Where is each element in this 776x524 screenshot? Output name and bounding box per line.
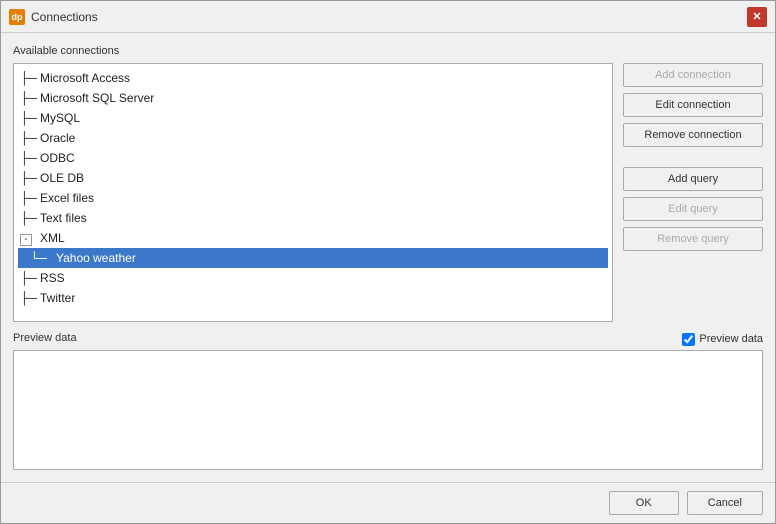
title-bar: dp Connections ✕ [1, 1, 775, 33]
expand-icon[interactable]: - [20, 234, 32, 246]
edit-query-button[interactable]: Edit query [623, 197, 763, 221]
indent-spacer: ├─ [20, 69, 40, 87]
remove-query-button[interactable]: Remove query [623, 227, 763, 251]
tree-item-label: Excel files [40, 189, 94, 207]
tree-item-oracle[interactable]: ├─Oracle [18, 128, 608, 148]
preview-checkbox-text: Preview data [699, 333, 763, 345]
connections-dialog: dp Connections ✕ Available connections ├… [0, 0, 776, 524]
tree-item-excel-files[interactable]: ├─Excel files [18, 188, 608, 208]
tree-item-label: Microsoft SQL Server [40, 89, 154, 107]
cancel-button[interactable]: Cancel [687, 491, 763, 515]
preview-label: Preview data [13, 332, 77, 344]
tree-item-label: Text files [40, 209, 87, 227]
tree-item-microsoft-access[interactable]: ├─Microsoft Access [18, 68, 608, 88]
indent-spacer: - [20, 229, 40, 247]
tree-item-yahoo-weather[interactable]: └─Yahoo weather [18, 248, 608, 268]
dialog-title: Connections [31, 10, 98, 24]
tree-item-label: Oracle [40, 129, 75, 147]
indent-spacer: ├─ [20, 129, 40, 147]
connections-list[interactable]: ├─Microsoft Access├─Microsoft SQL Server… [13, 63, 613, 322]
app-icon: dp [9, 9, 25, 25]
preview-section: Preview data Preview data [13, 332, 763, 470]
indent-spacer: ├─ [20, 289, 40, 307]
tree-item-rss[interactable]: ├─RSS [18, 268, 608, 288]
edit-connection-button[interactable]: Edit connection [623, 93, 763, 117]
tree-item-twitter[interactable]: ├─Twitter [18, 288, 608, 308]
dialog-content: Available connections ├─Microsoft Access… [1, 33, 775, 482]
ok-button[interactable]: OK [609, 491, 679, 515]
indent-spacer: ├─ [20, 149, 40, 167]
connections-panel-label: Available connections [13, 45, 613, 57]
indent-spacer: ├─ [20, 109, 40, 127]
preview-checkbox[interactable] [682, 333, 695, 346]
tree-item-label: Microsoft Access [40, 69, 130, 87]
add-query-button[interactable]: Add query [623, 167, 763, 191]
buttons-panel: Add connection Edit connection Remove co… [623, 45, 763, 322]
tree-item-label: RSS [40, 269, 65, 287]
close-button[interactable]: ✕ [747, 7, 767, 27]
tree-item-ole-db[interactable]: ├─OLE DB [18, 168, 608, 188]
remove-connection-button[interactable]: Remove connection [623, 123, 763, 147]
tree-item-label: MySQL [40, 109, 80, 127]
tree-item-microsoft-sql-server[interactable]: ├─Microsoft SQL Server [18, 88, 608, 108]
dialog-footer: OK Cancel [1, 482, 775, 523]
child-indent: └─ [20, 249, 56, 267]
indent-spacer: ├─ [20, 169, 40, 187]
tree-item-odbc[interactable]: ├─ODBC [18, 148, 608, 168]
indent-spacer: ├─ [20, 269, 40, 287]
tree-item-xml[interactable]: -XML [18, 228, 608, 248]
top-section: Available connections ├─Microsoft Access… [13, 45, 763, 322]
tree-item-text-files[interactable]: ├─Text files [18, 208, 608, 228]
indent-spacer: ├─ [20, 209, 40, 227]
preview-checkbox-label[interactable]: Preview data [682, 333, 763, 346]
indent-spacer: ├─ [20, 89, 40, 107]
add-connection-button[interactable]: Add connection [623, 63, 763, 87]
connections-panel: Available connections ├─Microsoft Access… [13, 45, 613, 322]
tree-item-label: Twitter [40, 289, 75, 307]
tree-item-label: OLE DB [40, 169, 84, 187]
preview-header: Preview data Preview data [13, 332, 763, 346]
tree-item-label: ODBC [40, 149, 75, 167]
tree-item-label: Yahoo weather [56, 249, 136, 267]
preview-box [13, 350, 763, 470]
tree-item-mysql[interactable]: ├─MySQL [18, 108, 608, 128]
title-bar-left: dp Connections [9, 9, 98, 25]
indent-spacer: ├─ [20, 189, 40, 207]
tree-item-label: XML [40, 229, 65, 247]
